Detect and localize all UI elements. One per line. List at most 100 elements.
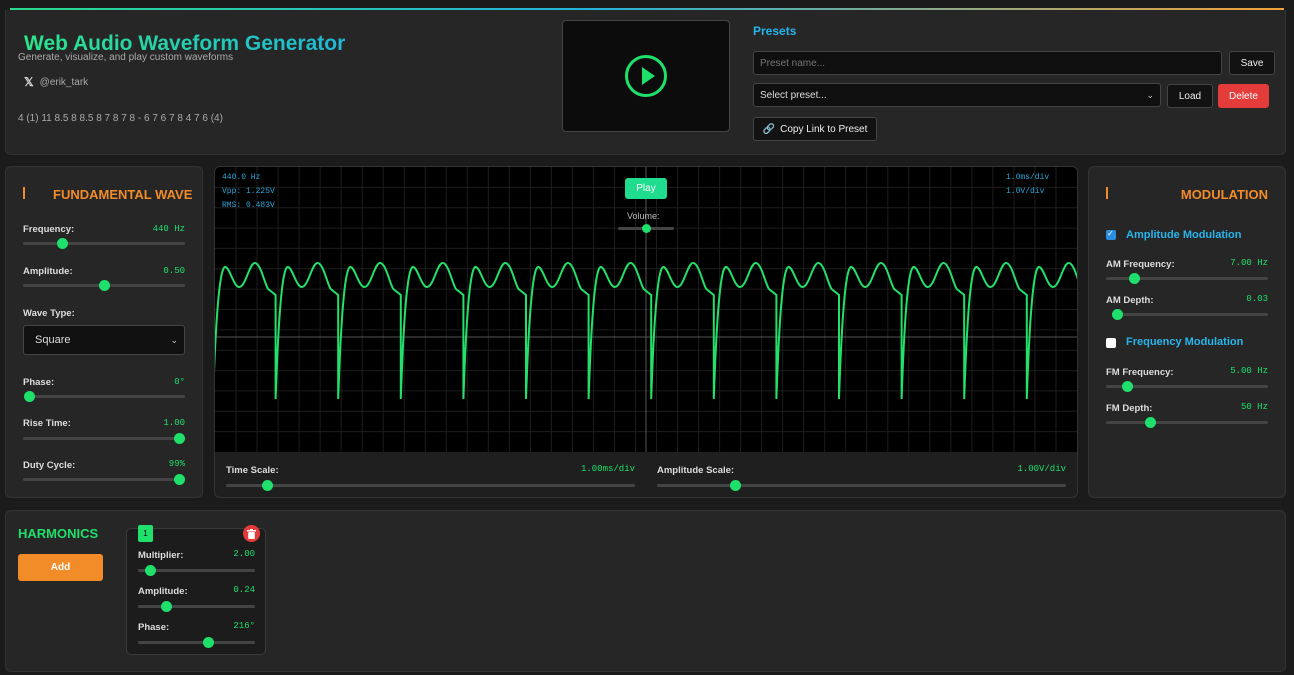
- harmonic-amplitude-label: Amplitude:: [138, 586, 188, 597]
- x-logo-icon: 𝕏: [24, 75, 34, 89]
- social-link[interactable]: 𝕏 @erik_tark: [24, 75, 88, 89]
- phase-slider[interactable]: [24, 391, 185, 402]
- preset-select[interactable]: Select preset... ⌄: [753, 83, 1161, 107]
- time-scale-value: 1.00ms/div: [580, 464, 635, 474]
- social-handle: @erik_tark: [39, 76, 89, 88]
- am-checkbox[interactable]: [1106, 229, 1116, 240]
- frequency-slider[interactable]: [23, 238, 185, 249]
- frequency-readout: 440.0 Hz: [222, 173, 261, 182]
- volume-slider-thumb[interactable]: [642, 224, 651, 233]
- oscilloscope-display: 440.0 Hz Vpp: 1.225V RMS: 0.483V 1.0ms/d…: [215, 167, 1077, 452]
- amplitude-scale-slider-thumb[interactable]: [729, 480, 741, 491]
- presets-title: Presets: [753, 24, 797, 38]
- time-div-readout: 1.0ms/div: [1006, 173, 1050, 182]
- ratings-text: 4 (1) 11 8.5 8 8.5 8 7 8 7 8 - 6 7 6 7 8…: [18, 113, 223, 124]
- fm-checkbox[interactable]: [1106, 338, 1116, 348]
- frequency-slider-thumb[interactable]: [56, 238, 68, 249]
- am-depth-slider[interactable]: [1111, 309, 1268, 320]
- frequency-value: 440 Hz: [152, 224, 185, 234]
- am-label: Amplitude Modulation: [1126, 229, 1242, 241]
- amplitude-scale-label: Amplitude Scale:: [657, 465, 735, 476]
- modulation-title: MODULATION: [1180, 187, 1268, 202]
- wave-type-value: Square: [35, 334, 71, 346]
- fm-frequency-value: 5.00 Hz: [1230, 366, 1268, 376]
- wave-type-label: Wave Type:: [23, 308, 75, 319]
- amplitude-slider[interactable]: [23, 280, 185, 291]
- fm-frequency-slider[interactable]: [1106, 381, 1268, 392]
- fm-label: Frequency Modulation: [1126, 336, 1244, 348]
- fm-depth-value: 50 Hz: [1240, 402, 1268, 412]
- load-preset-button[interactable]: Load: [1167, 84, 1213, 108]
- volume-label: Volume:: [627, 211, 660, 221]
- harmonic-index-badge: 1: [138, 525, 153, 542]
- time-scale-slider-thumb[interactable]: [261, 480, 273, 491]
- amplitude-label: Amplitude:: [23, 266, 73, 277]
- harmonics-title: HARMONICS: [18, 526, 99, 541]
- harmonic-card: 1 Multiplier: 2.00 Amplitude: 0.24 Phase…: [126, 525, 266, 655]
- wave-type-select[interactable]: Square ⌄: [23, 325, 185, 355]
- phase-slider-thumb[interactable]: [24, 391, 35, 402]
- volume-slider[interactable]: [618, 224, 674, 233]
- preset-select-value: Select preset...: [760, 89, 827, 101]
- rise-time-slider-thumb[interactable]: [174, 433, 185, 444]
- am-depth-slider-thumb[interactable]: [1111, 309, 1123, 320]
- harmonic-phase-slider-thumb[interactable]: [203, 637, 215, 648]
- oscilloscope-panel: 440.0 Hz Vpp: 1.225V RMS: 0.483V 1.0ms/d…: [214, 166, 1078, 498]
- multiplier-slider[interactable]: [138, 565, 255, 576]
- harmonic-phase-value: 216°: [233, 621, 255, 631]
- harmonics-panel: HARMONICS Add 1 Multiplier: 2.00 Amplitu…: [5, 510, 1286, 672]
- time-scale-label: Time Scale:: [226, 465, 279, 476]
- copy-link-label: Copy Link to Preset: [780, 123, 868, 135]
- volt-div-readout: 1.0V/div: [1006, 187, 1045, 196]
- multiplier-label: Multiplier:: [138, 550, 184, 561]
- amplitude-scale-slider[interactable]: [657, 480, 1066, 491]
- fundamental-wave-panel: FUNDAMENTAL WAVE Frequency: 440 Hz Ampli…: [5, 166, 203, 498]
- duty-cycle-slider-thumb[interactable]: [174, 474, 185, 485]
- rise-time-slider[interactable]: [23, 433, 185, 444]
- fm-depth-slider[interactable]: [1106, 417, 1268, 428]
- am-frequency-value: 7.00 Hz: [1230, 258, 1268, 268]
- modulation-panel: MODULATION Amplitude Modulation AM Frequ…: [1088, 166, 1286, 498]
- multiplier-slider-thumb[interactable]: [144, 565, 156, 576]
- main-play-button[interactable]: [562, 20, 730, 132]
- oscilloscope-canvas: [215, 167, 1077, 452]
- save-preset-button[interactable]: Save: [1229, 51, 1275, 75]
- copy-link-button[interactable]: 🔗 Copy Link to Preset: [753, 117, 877, 141]
- delete-preset-button[interactable]: Delete: [1218, 84, 1269, 108]
- am-depth-label: AM Depth:: [1106, 295, 1154, 306]
- time-scale-slider[interactable]: [226, 480, 635, 491]
- add-harmonic-button[interactable]: Add: [18, 554, 103, 581]
- rms-readout: RMS: 0.483V: [222, 201, 275, 210]
- harmonic-phase-label: Phase:: [138, 622, 170, 633]
- section-marker: [23, 187, 25, 199]
- am-frequency-slider[interactable]: [1106, 273, 1268, 284]
- chevron-down-icon: ⌄: [170, 335, 178, 345]
- fundamental-title: FUNDAMENTAL WAVE: [53, 187, 193, 202]
- fm-frequency-slider-thumb[interactable]: [1122, 381, 1134, 392]
- link-icon: 🔗: [762, 123, 776, 135]
- delete-harmonic-button[interactable]: [243, 525, 260, 542]
- harmonic-amplitude-slider[interactable]: [138, 601, 255, 612]
- vpp-readout: Vpp: 1.225V: [222, 187, 275, 196]
- harmonic-phase-slider[interactable]: [138, 637, 255, 648]
- multiplier-value: 2.00: [233, 549, 255, 559]
- duty-cycle-value: 99%: [168, 459, 185, 469]
- harmonic-amplitude-slider-thumb[interactable]: [161, 601, 173, 612]
- harmonic-amplitude-value: 0.24: [233, 585, 255, 595]
- play-circle-icon: [625, 55, 667, 97]
- trash-icon: [247, 528, 256, 539]
- rise-time-value: 1.00: [163, 418, 185, 428]
- amplitude-value: 0.50: [163, 266, 185, 276]
- frequency-label: Frequency:: [23, 224, 75, 235]
- scope-play-button[interactable]: Play: [625, 178, 667, 199]
- header-panel: Web Audio Waveform Generator Generate, v…: [5, 10, 1286, 155]
- phase-label: Phase:: [23, 377, 55, 388]
- preset-name-input[interactable]: [753, 51, 1222, 75]
- app-subtitle: Generate, visualize, and play custom wav…: [18, 52, 234, 63]
- duty-cycle-label: Duty Cycle:: [23, 460, 76, 471]
- fm-depth-slider-thumb[interactable]: [1144, 417, 1156, 428]
- duty-cycle-slider[interactable]: [23, 474, 185, 485]
- am-frequency-slider-thumb[interactable]: [1128, 273, 1140, 284]
- rise-time-label: Rise Time:: [23, 418, 71, 429]
- amplitude-slider-thumb[interactable]: [99, 280, 110, 291]
